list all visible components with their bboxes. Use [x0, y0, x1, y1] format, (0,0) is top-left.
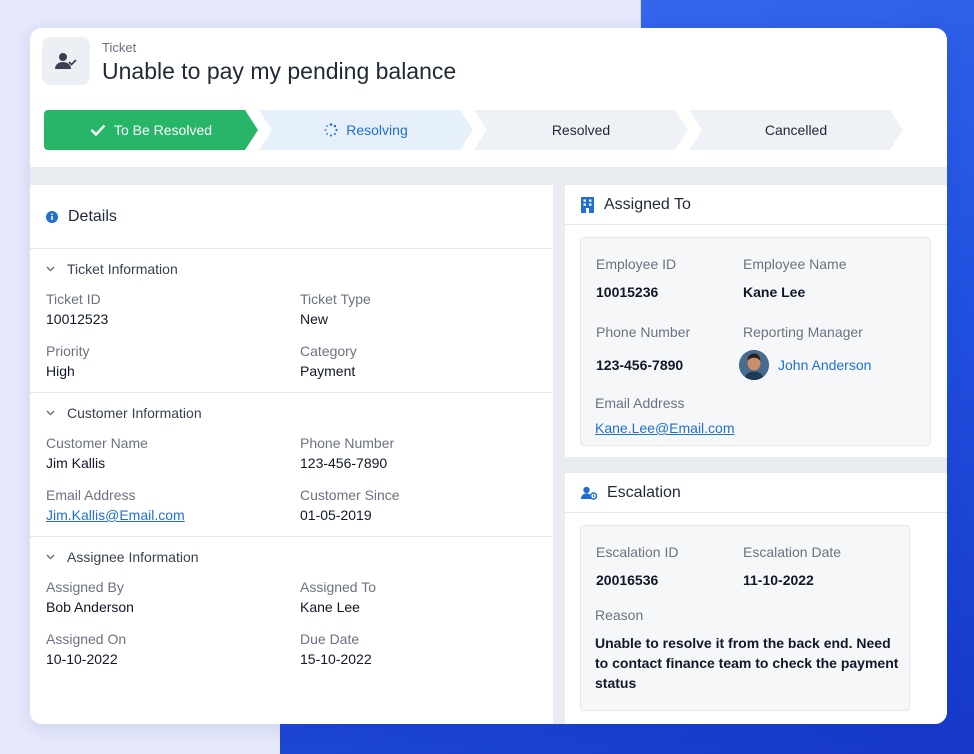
step-label: Resolving	[346, 122, 408, 138]
chevron-down-icon	[46, 410, 55, 416]
status-stepper: To Be Resolved Resolving Resolved Cancel…	[44, 110, 924, 150]
employee-name-value: Kane Lee	[743, 284, 806, 300]
section-customer-information[interactable]: Customer Information	[46, 405, 202, 421]
escalation-date-label: Escalation Date	[743, 544, 842, 560]
details-title: Details	[46, 208, 117, 226]
avatar	[739, 350, 769, 380]
assigned-on-label: Assigned On	[46, 631, 127, 647]
details-panel: Details Ticket Information Ticket ID 100…	[30, 185, 553, 724]
employee-phone-label: Phone Number	[596, 324, 691, 340]
user-alert-icon	[581, 486, 597, 500]
spinner-icon	[324, 123, 338, 137]
divider	[565, 224, 947, 225]
ticket-card: Ticket Unable to pay my pending balance …	[30, 28, 947, 724]
reporting-manager-label: Reporting Manager	[743, 324, 863, 340]
reporting-manager-link[interactable]: John Anderson	[778, 357, 871, 373]
customer-since-label: Customer Since	[300, 487, 400, 503]
ticket-id-label: Ticket ID	[46, 291, 101, 307]
ticket-header: Ticket Unable to pay my pending balance …	[30, 28, 947, 167]
section-assignee-information[interactable]: Assignee Information	[46, 549, 199, 565]
customer-email-link[interactable]: Jim.Kallis@Email.com	[46, 507, 185, 523]
reason-value: Unable to resolve it from the back end. …	[595, 635, 899, 691]
info-icon	[46, 211, 58, 223]
escalation-title: Escalation	[581, 484, 681, 502]
check-icon	[90, 124, 106, 136]
divider	[565, 512, 947, 513]
customer-since-value: 01-05-2019	[300, 507, 372, 523]
reason-label: Reason	[595, 607, 644, 623]
escalation-date-value: 11-10-2022	[743, 572, 814, 588]
assigned-on-value: 10-10-2022	[46, 651, 118, 667]
employee-id-value: 10015236	[596, 284, 659, 300]
step-label: Resolved	[551, 122, 611, 138]
due-date-label: Due Date	[300, 631, 360, 647]
section-ticket-information[interactable]: Ticket Information	[46, 261, 178, 277]
priority-label: Priority	[46, 343, 90, 359]
customer-name-value: Jim Kallis	[46, 455, 106, 471]
assigned-by-value: Bob Anderson	[46, 599, 134, 615]
employee-email-link[interactable]: Kane.Lee@Email.com	[595, 420, 735, 436]
employee-phone-value: 123-456-7890	[596, 357, 684, 373]
user-check-icon	[42, 37, 90, 85]
assigned-to-title: Assigned To	[581, 196, 691, 214]
chevron-down-icon	[46, 554, 55, 560]
category-label: Category	[300, 343, 357, 359]
employee-name-label: Employee Name	[743, 256, 847, 272]
divider	[30, 536, 553, 537]
assigned-by-label: Assigned By	[46, 579, 124, 595]
assigned-to-value: Kane Lee	[300, 599, 360, 615]
category-value: Payment	[300, 363, 356, 379]
due-date-value: 15-10-2022	[300, 651, 372, 667]
ticket-type-value: New	[300, 311, 329, 327]
header-label: Ticket	[102, 40, 137, 55]
assigned-to-panel: Assigned To Employee ID 10015236 Employe…	[565, 185, 947, 457]
step-resolved[interactable]: Resolved	[474, 110, 688, 150]
step-cancelled[interactable]: Cancelled	[689, 110, 903, 150]
priority-value: High	[46, 363, 75, 379]
ticket-type-label: Ticket Type	[300, 291, 371, 307]
customer-email-label: Email Address	[46, 487, 136, 503]
step-label: To Be Resolved	[113, 122, 213, 138]
escalation-id-value: 20016536	[596, 572, 659, 588]
customer-phone-value: 123-456-7890	[300, 455, 388, 471]
escalation-panel: Escalation Escalation ID 20016536 Escala…	[565, 473, 947, 724]
building-icon	[581, 197, 594, 213]
divider	[30, 248, 553, 249]
chevron-down-icon	[46, 266, 55, 272]
assigned-to-label: Assigned To	[300, 579, 377, 595]
page-title: Unable to pay my pending balance	[102, 58, 457, 84]
step-to-be-resolved[interactable]: To Be Resolved	[44, 110, 258, 150]
customer-name-label: Customer Name	[46, 435, 148, 451]
divider	[30, 392, 553, 393]
ticket-id-value: 10012523	[46, 311, 109, 327]
step-resolving[interactable]: Resolving	[259, 110, 473, 150]
employee-email-label: Email Address	[595, 395, 685, 411]
step-label: Cancelled	[764, 122, 828, 138]
customer-phone-label: Phone Number	[300, 435, 395, 451]
escalation-id-label: Escalation ID	[596, 544, 679, 560]
employee-id-label: Employee ID	[596, 256, 677, 272]
